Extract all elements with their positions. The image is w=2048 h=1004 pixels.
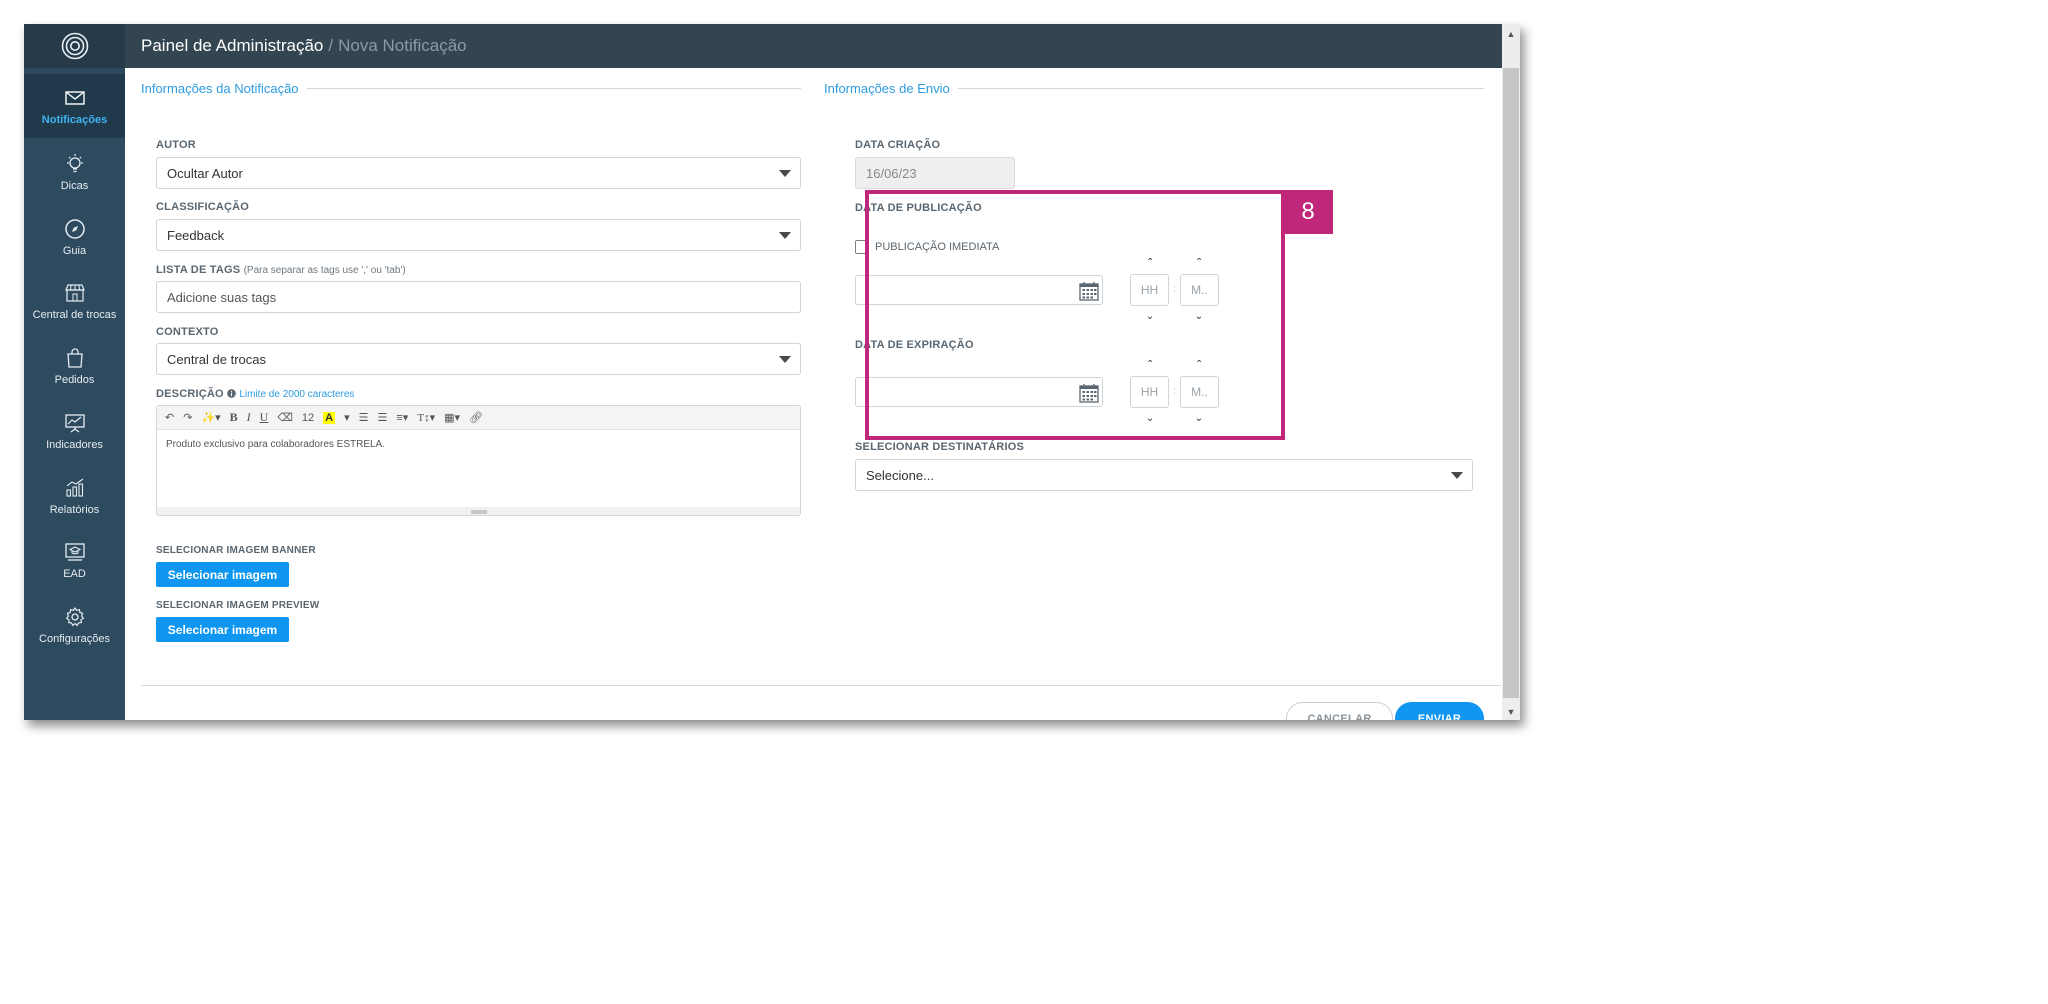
scrollbar-thumb[interactable]	[1503, 68, 1519, 698]
notification-info-title: Informações da Notificação	[141, 81, 307, 96]
creation-date-field: 16/06/23	[855, 157, 1015, 189]
sidebar-item-guia[interactable]: Guia	[24, 205, 125, 269]
sidebar-item-label: EAD	[63, 567, 86, 580]
text-height-icon[interactable]: T↕▾	[417, 411, 435, 424]
sidebar-item-configuracoes[interactable]: Configurações	[24, 593, 125, 657]
sidebar-item-label: Configurações	[39, 632, 110, 645]
footer-divider	[141, 685, 1501, 686]
highlight-color-icon[interactable]: A	[323, 411, 336, 424]
send-info-title: Informações de Envio	[824, 81, 958, 96]
recipients-value: Selecione...	[866, 467, 934, 483]
ordered-list-icon[interactable]: ☰	[378, 411, 388, 424]
info-icon	[227, 389, 236, 398]
sidebar-item-label: Dicas	[60, 179, 89, 192]
caret-down-icon	[779, 356, 791, 363]
sidebar-item-notificacoes[interactable]: Notificações	[24, 74, 125, 138]
tags-label-text: LISTA DE TAGS	[156, 264, 241, 276]
italic-icon[interactable]: I	[247, 410, 251, 425]
editor-toolbar: ↶ ↷ ✨▾ B I U ⌫ 12 A ▾ ☰ ☰ ≡▾ T↕▾ ▦▾ 🔗︎	[157, 406, 800, 430]
store-icon	[64, 283, 85, 302]
editor-body[interactable]: Produto exclusivo para colaboradores EST…	[157, 430, 800, 459]
gear-icon	[65, 606, 84, 626]
tags-hint: (Para separar as tags use ',' ou 'tab')	[243, 265, 406, 276]
caret-down-icon	[779, 232, 791, 239]
align-icon[interactable]: ≡▾	[396, 411, 408, 424]
author-value: Ocultar Autor	[167, 165, 243, 181]
tags-label: LISTA DE TAGS (Para separar as tags use …	[156, 264, 406, 276]
table-icon[interactable]: ▦▾	[444, 411, 460, 424]
description-label: DESCRIÇÃO Limite de 2000 caracteres	[156, 388, 354, 400]
classification-select[interactable]: Feedback	[156, 219, 801, 251]
resize-handle[interactable]	[157, 507, 800, 515]
chart-presentation-icon	[64, 413, 85, 432]
unordered-list-icon[interactable]: ☰	[359, 411, 369, 424]
font-size-value[interactable]: 12	[302, 412, 314, 424]
shopping-bag-icon	[66, 347, 83, 368]
app-window: Notificações Dicas Guia Central de troca…	[24, 24, 1520, 720]
caret-down-icon	[1451, 472, 1463, 479]
sidebar-item-central-de-trocas[interactable]: Central de trocas	[24, 269, 125, 333]
vertical-scrollbar[interactable]: ▲ ▼	[1502, 24, 1520, 720]
select-preview-image-button[interactable]: Selecionar imagem	[156, 617, 289, 642]
recipients-select[interactable]: Selecione...	[855, 459, 1473, 491]
breadcrumb: Painel de Administração / Nova Notificaç…	[125, 24, 1520, 68]
creation-date-label: DATA CRIAÇÃO	[855, 139, 941, 151]
cancel-button[interactable]: CANCELAR	[1286, 702, 1393, 720]
breadcrumb-separator: /	[328, 36, 334, 55]
magic-wand-icon[interactable]: ✨▾	[201, 411, 220, 424]
description-label-text: DESCRIÇÃO	[156, 388, 224, 400]
tags-input[interactable]: Adicione suas tags	[156, 281, 801, 313]
graduation-screen-icon	[64, 542, 85, 561]
sidebar-item-ead[interactable]: EAD	[24, 528, 125, 592]
redo-icon[interactable]: ↷	[183, 411, 192, 424]
callout-number-badge: 8	[1283, 190, 1333, 234]
breadcrumb-root[interactable]: Painel de Administração	[141, 36, 323, 56]
sidebar-item-relatorios[interactable]: Relatórios	[24, 464, 125, 528]
sidebar-item-pedidos[interactable]: Pedidos	[24, 334, 125, 398]
sidebar-item-indicadores[interactable]: Indicadores	[24, 399, 125, 463]
scroll-up-arrow-icon[interactable]: ▲	[1502, 26, 1520, 42]
breadcrumb-current: Nova Notificação	[338, 36, 467, 55]
sidebar-item-label: Pedidos	[54, 373, 95, 386]
creation-date-value: 16/06/23	[866, 165, 917, 181]
envelope-icon	[64, 90, 85, 105]
description-limit: Limite de 2000 caracteres	[239, 389, 355, 400]
underline-icon[interactable]: U	[260, 410, 269, 425]
link-icon[interactable]: 🔗︎	[469, 411, 483, 424]
caret-down-icon	[779, 170, 791, 177]
select-banner-image-button[interactable]: Selecionar imagem	[156, 562, 289, 587]
lightbulb-icon	[66, 153, 83, 172]
banner-image-label: SELECIONAR IMAGEM BANNER	[156, 545, 316, 556]
author-label: AUTOR	[156, 139, 196, 151]
sidebar-item-label: Central de trocas	[32, 308, 117, 321]
description-editor[interactable]: ↶ ↷ ✨▾ B I U ⌫ 12 A ▾ ☰ ☰ ≡▾ T↕▾ ▦▾ 🔗︎ P…	[156, 405, 801, 516]
logo-icon	[61, 32, 88, 60]
sidebar-item-label: Notificações	[41, 113, 108, 126]
bar-chart-icon	[65, 478, 83, 497]
classification-label: CLASSIFICAÇÃO	[156, 201, 250, 213]
recipients-label: SELECIONAR DESTINATÁRIOS	[855, 441, 1024, 453]
tags-placeholder: Adicione suas tags	[167, 289, 277, 305]
scroll-down-arrow-icon[interactable]: ▼	[1502, 704, 1520, 720]
callout-highlight-frame	[865, 190, 1285, 440]
sidebar: Notificações Dicas Guia Central de troca…	[24, 24, 125, 720]
undo-icon[interactable]: ↶	[165, 411, 174, 424]
sidebar-item-label: Guia	[62, 244, 87, 257]
context-select[interactable]: Central de trocas	[156, 343, 801, 375]
app-logo[interactable]	[24, 24, 125, 68]
main-content: Informações da Notificação AUTOR Ocultar…	[125, 68, 1502, 720]
context-label: CONTEXTO	[156, 326, 219, 338]
send-button[interactable]: ENVIAR	[1395, 702, 1484, 720]
author-select[interactable]: Ocultar Autor	[156, 157, 801, 189]
sidebar-item-dicas[interactable]: Dicas	[24, 140, 125, 204]
sidebar-item-label: Indicadores	[46, 438, 103, 451]
sidebar-item-label: Relatórios	[49, 503, 100, 516]
bold-icon[interactable]: B	[230, 410, 238, 425]
chevron-down-icon[interactable]: ▾	[344, 411, 350, 424]
preview-image-label: SELECIONAR IMAGEM PREVIEW	[156, 600, 320, 611]
classification-value: Feedback	[167, 227, 225, 243]
eraser-icon[interactable]: ⌫	[277, 411, 293, 424]
context-value: Central de trocas	[167, 351, 266, 367]
compass-icon	[64, 218, 85, 239]
